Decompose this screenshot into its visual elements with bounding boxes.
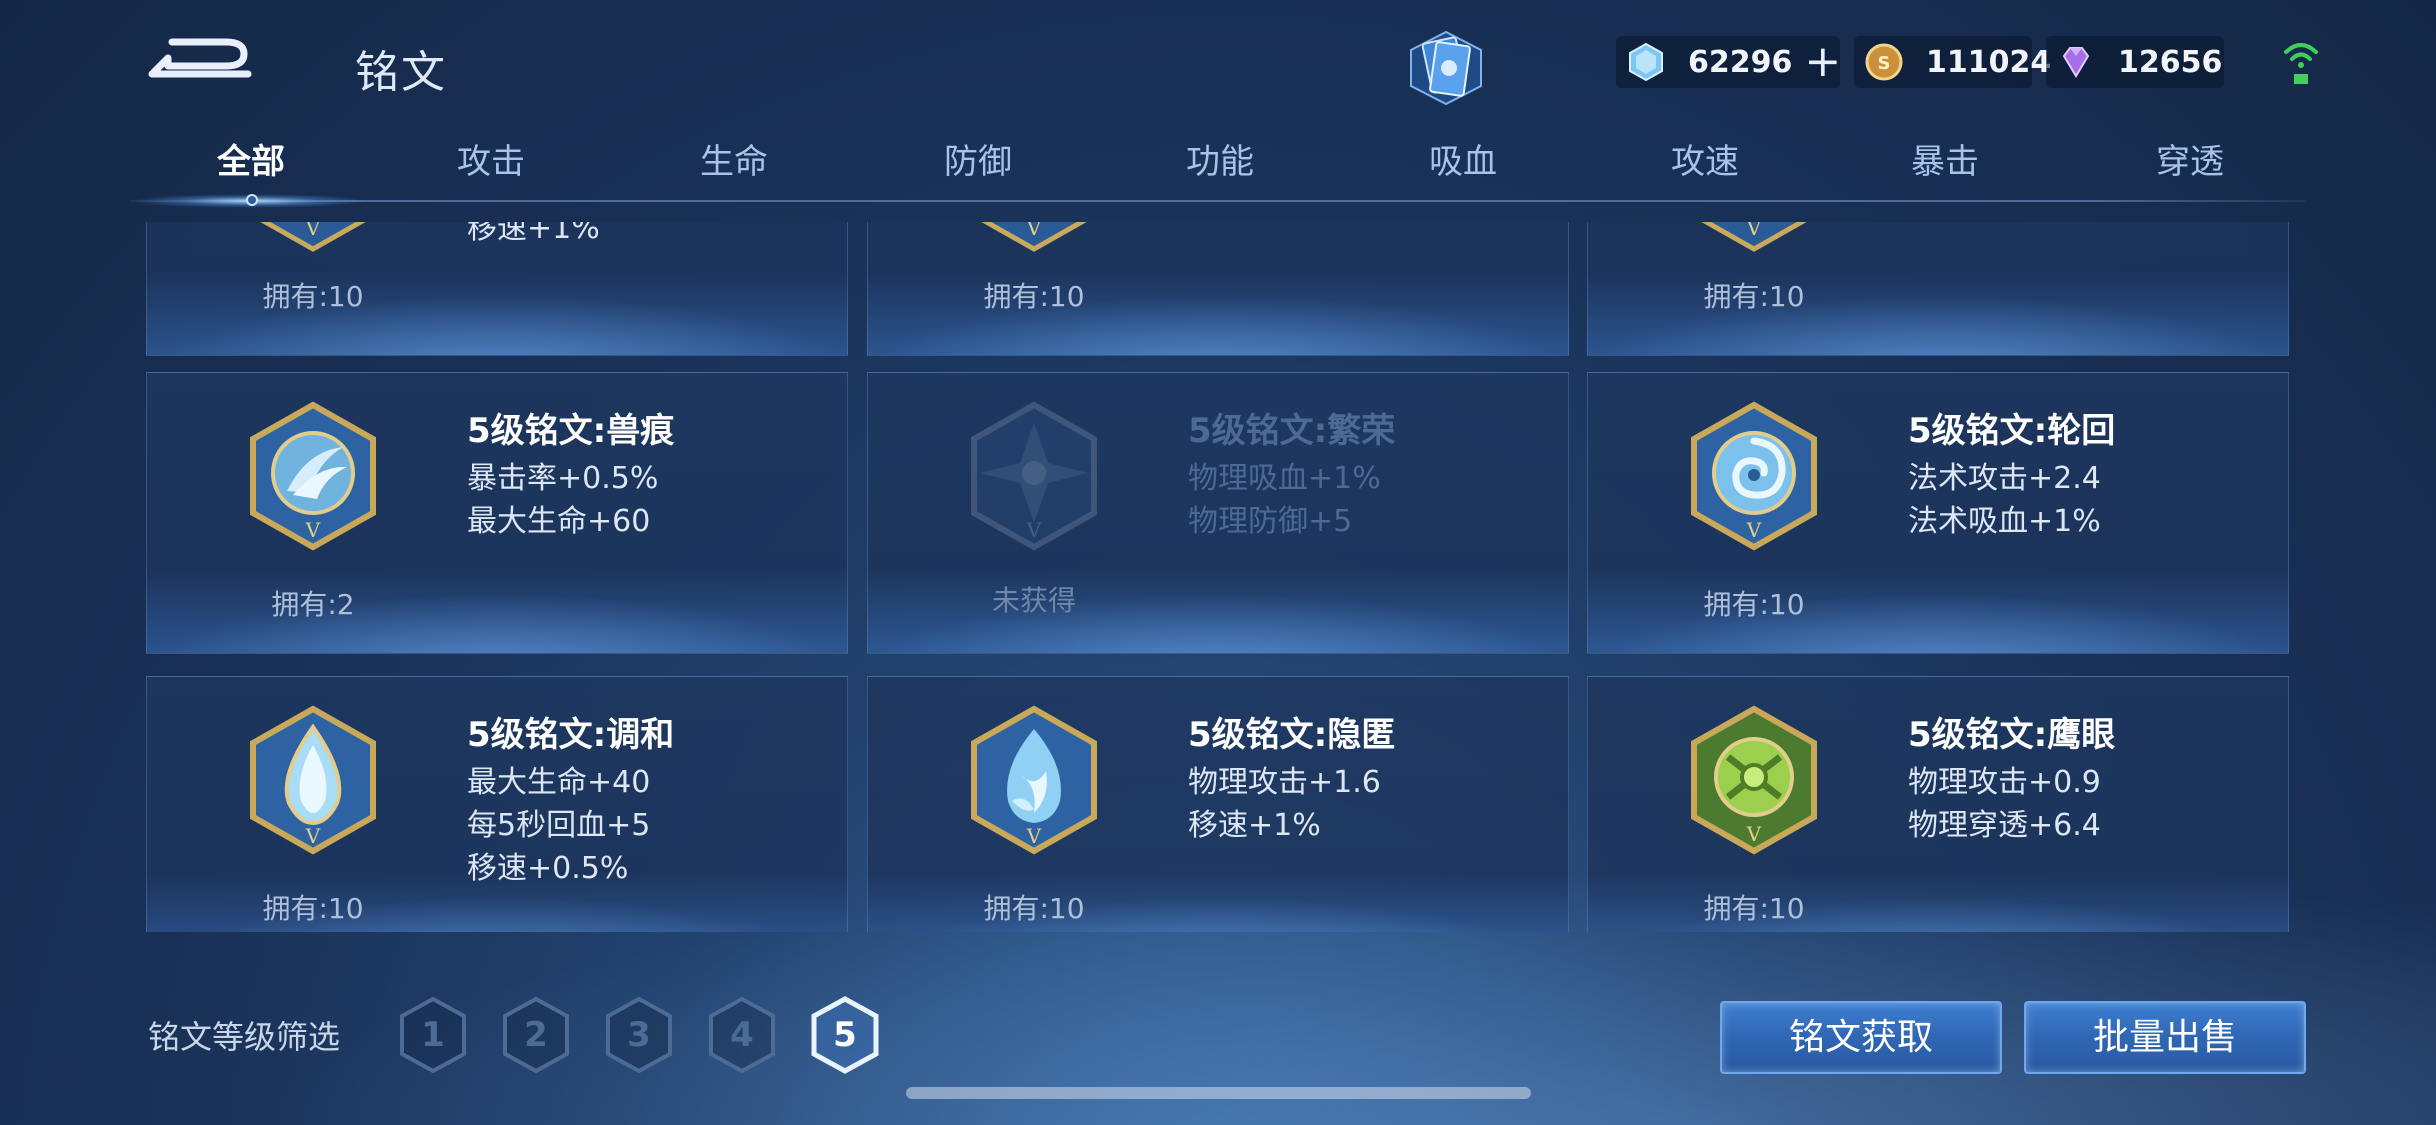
svg-text:V: V xyxy=(305,222,321,240)
svg-text:V: V xyxy=(1026,824,1042,848)
hawk-eye-icon: V xyxy=(1691,705,1817,855)
beast-claw-icon: V xyxy=(250,401,376,551)
svg-text:V: V xyxy=(305,518,321,542)
inscription-name: 5级铭文:繁荣 xyxy=(1188,411,1396,451)
level-filter-label: 铭文等级筛选 xyxy=(148,1018,341,1056)
inscription-card-beast[interactable]: V 5级铭文:兽痕 暴击率+0.5% 最大生命+60 拥有:2 xyxy=(146,372,848,654)
svg-text:S: S xyxy=(1878,53,1891,74)
get-inscription-button[interactable]: 铭文获取 xyxy=(1720,1001,2002,1074)
inscription-badge-icon: V xyxy=(981,222,1087,252)
inscription-attr: 物理吸血+1% xyxy=(1188,461,1381,496)
currency-gold: S 111024 xyxy=(1854,36,2051,88)
inscription-book-icon[interactable] xyxy=(1405,28,1487,108)
inscription-card-prosperity[interactable]: V 5级铭文:繁荣 物理吸血+1% 物理防御+5 未获得 xyxy=(867,372,1569,654)
svg-text:V: V xyxy=(1746,518,1762,542)
inscription-grid: V 移速+1% 拥有:10 V 拥有:10 V 拥有:10 V 5级铭文:兽痕 … xyxy=(0,222,2436,932)
tab-attack-speed[interactable]: 攻速 xyxy=(1630,130,1780,194)
tab-lifesteal[interactable]: 吸血 xyxy=(1388,130,1538,194)
owned-count: 拥有:10 xyxy=(262,280,364,313)
top-bar: 铭文 62296 + S 111024 12656 xyxy=(0,0,2436,130)
inscription-card-samsara[interactable]: V 5级铭文:轮回 法术攻击+2.4 法术吸血+1% 拥有:10 xyxy=(1587,372,2289,654)
currency-ticket: 62296 + xyxy=(1616,36,1841,88)
vortex-icon: V xyxy=(1691,401,1817,551)
tab-defense[interactable]: 防御 xyxy=(903,130,1053,194)
inscription-card-harmony[interactable]: V 5级铭文:调和 最大生命+40 每5秒回血+5 移速+0.5% 拥有:10 xyxy=(146,676,848,932)
level-number: 2 xyxy=(524,1015,548,1055)
gold-coin-icon: S xyxy=(1865,43,1903,81)
purple-gem-icon xyxy=(2062,47,2090,78)
inscription-attr: 移速+1% xyxy=(1188,808,1321,843)
inscription-attr: 移速+1% xyxy=(467,222,600,246)
inscription-attr: 物理攻击+1.6 xyxy=(1188,765,1381,800)
owned-count: 拥有:10 xyxy=(1703,892,1805,925)
inscription-card[interactable]: V 拥有:10 xyxy=(867,222,1569,356)
level-filter-5[interactable]: 5 xyxy=(810,996,880,1074)
level-number: 3 xyxy=(627,1015,651,1055)
inscription-name: 5级铭文:调和 xyxy=(467,715,675,755)
svg-text:V: V xyxy=(305,824,321,848)
level-filter-2[interactable]: 2 xyxy=(501,996,571,1074)
currency-gem: 12656 xyxy=(2046,36,2224,88)
inscription-attr: 物理穿透+6.4 xyxy=(1908,808,2101,843)
inscription-attr: 最大生命+40 xyxy=(467,765,651,800)
wifi-signal-icon xyxy=(2284,43,2318,84)
home-indicator[interactable] xyxy=(906,1087,1531,1099)
owned-count: 拥有:10 xyxy=(983,280,1085,313)
svg-text:V: V xyxy=(1026,222,1042,240)
inscription-attr: 物理攻击+0.9 xyxy=(1908,765,2101,800)
inscription-card[interactable]: V 移速+1% 拥有:10 xyxy=(146,222,848,356)
inscription-name: 5级铭文:隐匿 xyxy=(1188,715,1396,755)
tab-penetration[interactable]: 穿透 xyxy=(2115,130,2265,194)
owned-count: 拥有:10 xyxy=(1703,588,1805,621)
inscription-attr: 移速+0.5% xyxy=(467,851,629,886)
tab-crit[interactable]: 暴击 xyxy=(1870,130,2020,194)
bulk-sell-button[interactable]: 批量出售 xyxy=(2024,1001,2306,1074)
tab-utility[interactable]: 功能 xyxy=(1145,130,1295,194)
tab-all[interactable]: 全部 xyxy=(176,130,326,194)
gem-amount: 12656 xyxy=(2118,44,2223,80)
gold-amount: 111024 xyxy=(1926,44,2052,80)
inscription-attr: 暴击率+0.5% xyxy=(467,461,659,496)
level-number: 5 xyxy=(833,1015,857,1055)
tab-health[interactable]: 生命 xyxy=(659,130,809,194)
inscription-attr: 每5秒回血+5 xyxy=(467,808,651,843)
owned-count: 未获得 xyxy=(991,584,1076,617)
level-filter-1[interactable]: 1 xyxy=(398,996,468,1074)
owned-count: 拥有:2 xyxy=(271,588,355,621)
level-filter-4[interactable]: 4 xyxy=(707,996,777,1074)
inscription-attr: 法术攻击+2.4 xyxy=(1908,461,2101,496)
page-title: 铭文 xyxy=(355,47,447,98)
svg-text:V: V xyxy=(1746,822,1762,846)
owned-count: 拥有:10 xyxy=(1703,280,1805,313)
owned-count: 拥有:10 xyxy=(262,892,364,925)
inscription-attr: 最大生命+60 xyxy=(467,504,651,539)
inscription-name: 5级铭文:鹰眼 xyxy=(1908,715,2116,755)
category-tabs: 全部 攻击 生命 防御 功能 吸血 攻速 暴击 穿透 xyxy=(130,130,2305,208)
level-number: 4 xyxy=(730,1015,754,1055)
inscription-name: 5级铭文:兽痕 xyxy=(467,411,675,451)
inscription-card-hawkeye[interactable]: V 5级铭文:鹰眼 物理攻击+0.9 物理穿透+6.4 拥有:10 xyxy=(1587,676,2289,932)
inscription-card-stealth[interactable]: V 5级铭文:隐匿 物理攻击+1.6 移速+1% 拥有:10 xyxy=(867,676,1569,932)
crystal-coupon-icon xyxy=(1629,42,1663,82)
owned-count: 拥有:10 xyxy=(983,892,1085,925)
active-tab-indicator xyxy=(246,194,258,206)
level-filter-3[interactable]: 3 xyxy=(604,996,674,1074)
inscription-attr: 法术吸血+1% xyxy=(1908,504,2101,539)
add-ticket-button[interactable]: + xyxy=(1804,40,1841,84)
flame-icon: V xyxy=(971,705,1097,855)
tab-attack[interactable]: 攻击 xyxy=(416,130,566,194)
svg-text:V: V xyxy=(1746,222,1762,240)
ticket-amount: 62296 xyxy=(1688,44,1793,80)
inscription-attr: 物理防御+5 xyxy=(1188,504,1353,539)
inscription-name: 5级铭文:轮回 xyxy=(1908,411,2116,451)
inscription-badge-icon: V xyxy=(260,222,366,252)
inscription-card[interactable]: V 拥有:10 xyxy=(1587,222,2289,356)
prosperity-icon: V xyxy=(971,401,1097,551)
droplet-icon: V xyxy=(250,705,376,855)
svg-text:V: V xyxy=(1026,518,1042,542)
tab-divider xyxy=(130,200,2305,202)
inscription-badge-icon: V xyxy=(1701,222,1807,252)
back-arrow-icon[interactable] xyxy=(148,28,258,88)
level-number: 1 xyxy=(421,1015,445,1055)
